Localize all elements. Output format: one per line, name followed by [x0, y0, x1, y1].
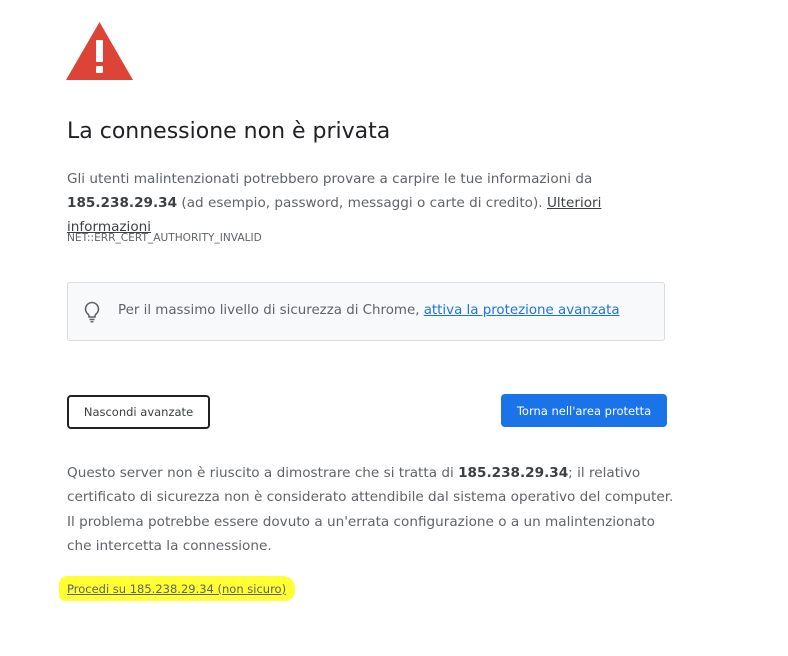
details-paragraph: Questo server non è riuscito a dimostrar…: [67, 461, 682, 558]
interstitial-page: La connessione non è privata Gli utenti …: [0, 0, 788, 656]
protection-text: Per il massimo livello di sicurezza di C…: [118, 303, 424, 318]
enhanced-protection-promo: Per il massimo livello di sicurezza di C…: [67, 282, 665, 341]
protection-message: Per il massimo livello di sicurezza di C…: [118, 303, 620, 318]
hide-advanced-button[interactable]: Nascondi avanzate: [67, 395, 210, 429]
page-title: La connessione non è privata: [67, 119, 391, 144]
back-to-safety-button[interactable]: Torna nell'area protetta: [501, 394, 667, 427]
lightbulb-icon: [84, 301, 100, 323]
intro-paragraph: Gli utenti malintenzionati potrebbero pr…: [67, 167, 687, 239]
proceed-unsafe-link[interactable]: Procedi su 185.238.29.34 (non sicuro): [67, 582, 286, 596]
warning-triangle-icon: [66, 22, 133, 80]
details-text-before: Questo server non è riuscito a dimostrar…: [67, 465, 459, 481]
enhanced-protection-link[interactable]: attiva la protezione avanzata: [424, 303, 620, 318]
host-name: 185.238.29.34: [67, 195, 178, 211]
intro-text-after: (ad esempio, password, messaggi o carte …: [177, 195, 547, 211]
error-code: NET::ERR_CERT_AUTHORITY_INVALID: [67, 232, 262, 244]
intro-text-before: Gli utenti malintenzionati potrebbero pr…: [67, 171, 593, 187]
details-host-name: 185.238.29.34: [458, 465, 569, 481]
